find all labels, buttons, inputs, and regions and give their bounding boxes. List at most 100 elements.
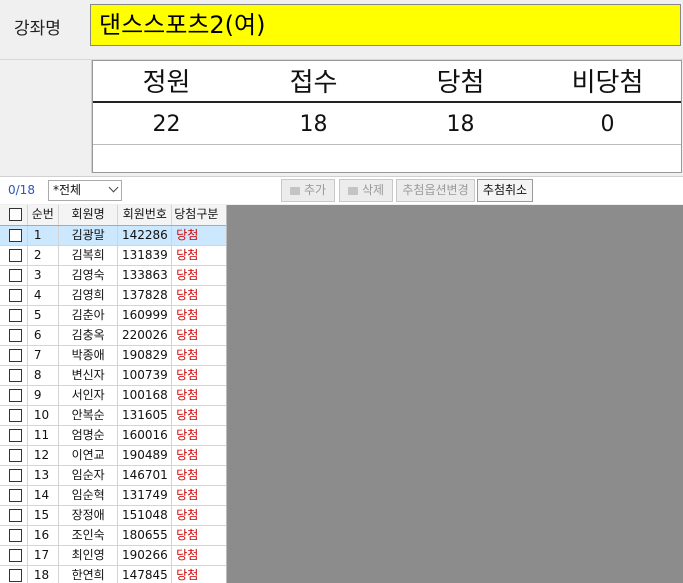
cell-id: 146701 bbox=[118, 466, 173, 485]
cell-id: 220026 bbox=[118, 326, 173, 345]
cell-result: 당첨 bbox=[176, 488, 199, 502]
row-checkbox[interactable] bbox=[9, 289, 22, 302]
stats-value-won: 18 bbox=[446, 112, 475, 137]
cell-no: 12 bbox=[28, 446, 59, 465]
row-checkbox-cell[interactable] bbox=[0, 326, 28, 345]
row-checkbox[interactable] bbox=[9, 429, 22, 442]
cell-id: 190266 bbox=[118, 546, 173, 565]
table-row[interactable]: 6 김충옥 220026 당첨 bbox=[0, 326, 226, 346]
table-row[interactable]: 12 이연교 190489 당첨 bbox=[0, 446, 226, 466]
row-checkbox-cell[interactable] bbox=[0, 506, 28, 525]
table-row[interactable]: 13 임순자 146701 당첨 bbox=[0, 466, 226, 486]
table-row[interactable]: 5 김춘아 160999 당첨 bbox=[0, 306, 226, 326]
table-row[interactable]: 11 엄명순 160016 당첨 bbox=[0, 426, 226, 446]
table-row[interactable]: 9 서인자 100168 당첨 bbox=[0, 386, 226, 406]
course-row: 강좌명 댄스스포츠2(여) bbox=[0, 0, 683, 60]
row-checkbox[interactable] bbox=[9, 389, 22, 402]
row-checkbox-cell[interactable] bbox=[0, 426, 28, 445]
table-row[interactable]: 4 김영희 137828 당첨 bbox=[0, 286, 226, 306]
row-checkbox-cell[interactable] bbox=[0, 366, 28, 385]
cell-no: 3 bbox=[28, 266, 59, 285]
cell-id: 147845 bbox=[118, 566, 173, 583]
row-checkbox-cell[interactable] bbox=[0, 466, 28, 485]
row-checkbox-cell[interactable] bbox=[0, 386, 28, 405]
cell-no: 17 bbox=[28, 546, 59, 565]
table-row[interactable]: 1 김광말 142286 당첨 bbox=[0, 226, 226, 246]
row-checkbox[interactable] bbox=[9, 549, 22, 562]
row-checkbox[interactable] bbox=[9, 369, 22, 382]
row-checkbox-cell[interactable] bbox=[0, 246, 28, 265]
table-row[interactable]: 8 변신자 100739 당첨 bbox=[0, 366, 226, 386]
filter-select[interactable]: *전체 bbox=[48, 180, 122, 201]
row-checkbox-cell[interactable] bbox=[0, 566, 28, 583]
lottery-options-button[interactable]: 추첨옵션변경 bbox=[396, 179, 475, 202]
stats-header-not-won: 비당첨 bbox=[571, 68, 644, 98]
member-grid: 순번 회원명 회원번호 당첨구분 1 김광말 142286 당첨 2 김복희 131839 당… bbox=[0, 205, 227, 583]
cell-name: 임순자 bbox=[59, 466, 119, 485]
row-checkbox-cell[interactable] bbox=[0, 526, 28, 545]
cell-result: 당첨 bbox=[176, 268, 199, 282]
col-header-result[interactable]: 당첨구분 bbox=[172, 205, 226, 225]
table-row[interactable]: 7 박종애 190829 당첨 bbox=[0, 346, 226, 366]
row-checkbox[interactable] bbox=[9, 469, 22, 482]
cell-id: 131749 bbox=[118, 486, 173, 505]
row-checkbox-cell[interactable] bbox=[0, 266, 28, 285]
row-checkbox[interactable] bbox=[9, 509, 22, 522]
table-row[interactable]: 2 김복희 131839 당첨 bbox=[0, 246, 226, 266]
row-checkbox[interactable] bbox=[9, 229, 22, 242]
row-checkbox[interactable] bbox=[9, 449, 22, 462]
row-checkbox[interactable] bbox=[9, 409, 22, 422]
col-header-name[interactable]: 회원명 bbox=[59, 205, 119, 225]
cell-id: 133863 bbox=[118, 266, 173, 285]
row-checkbox-cell[interactable] bbox=[0, 226, 28, 245]
cell-name: 김춘아 bbox=[59, 306, 119, 325]
row-checkbox-cell[interactable] bbox=[0, 446, 28, 465]
cell-id: 190489 bbox=[118, 446, 173, 465]
cell-id: 131839 bbox=[118, 246, 173, 265]
table-row[interactable]: 14 임순혁 131749 당첨 bbox=[0, 486, 226, 506]
toolbar: 0/18 *전체 추가 삭제 추첨옵션변경 추첨취소 bbox=[0, 176, 683, 204]
header-checkbox-cell[interactable] bbox=[0, 205, 28, 225]
cell-result: 당첨 bbox=[176, 508, 199, 522]
lottery-cancel-button[interactable]: 추첨취소 bbox=[477, 179, 533, 202]
row-checkbox[interactable] bbox=[9, 529, 22, 542]
table-row[interactable]: 10 안복순 131605 당첨 bbox=[0, 406, 226, 426]
row-checkbox[interactable] bbox=[9, 249, 22, 262]
table-row[interactable]: 18 한연희 147845 당첨 bbox=[0, 566, 226, 583]
chevron-down-icon bbox=[108, 182, 119, 193]
table-row[interactable]: 3 김영숙 133863 당첨 bbox=[0, 266, 226, 286]
table-row[interactable]: 16 조인숙 180655 당첨 bbox=[0, 526, 226, 546]
row-checkbox[interactable] bbox=[9, 569, 22, 582]
cell-no: 18 bbox=[28, 566, 59, 583]
cell-no: 8 bbox=[28, 366, 59, 385]
row-checkbox[interactable] bbox=[9, 269, 22, 282]
delete-button[interactable]: 삭제 bbox=[339, 179, 393, 202]
row-checkbox-cell[interactable] bbox=[0, 346, 28, 365]
row-checkbox[interactable] bbox=[9, 349, 22, 362]
row-checkbox[interactable] bbox=[9, 489, 22, 502]
course-name-field[interactable]: 댄스스포츠2(여) bbox=[90, 4, 681, 46]
col-header-id[interactable]: 회원번호 bbox=[118, 205, 173, 225]
row-checkbox[interactable] bbox=[9, 309, 22, 322]
cell-result: 당첨 bbox=[176, 428, 199, 442]
cell-no: 1 bbox=[28, 226, 59, 245]
select-all-checkbox[interactable] bbox=[9, 208, 22, 221]
row-checkbox-cell[interactable] bbox=[0, 306, 28, 325]
cell-name: 김충옥 bbox=[59, 326, 119, 345]
cell-result: 당첨 bbox=[176, 288, 199, 302]
col-header-no[interactable]: 순번 bbox=[28, 205, 59, 225]
table-row[interactable]: 17 최인영 190266 당첨 bbox=[0, 546, 226, 566]
cell-result: 당첨 bbox=[176, 308, 199, 322]
row-checkbox-cell[interactable] bbox=[0, 546, 28, 565]
table-row[interactable]: 15 장정애 151048 당첨 bbox=[0, 506, 226, 526]
row-checkbox-cell[interactable] bbox=[0, 406, 28, 425]
add-button[interactable]: 추가 bbox=[281, 179, 335, 202]
cell-result: 당첨 bbox=[176, 388, 199, 402]
cell-name: 김복희 bbox=[59, 246, 119, 265]
cell-name: 서인자 bbox=[59, 386, 119, 405]
row-checkbox-cell[interactable] bbox=[0, 486, 28, 505]
cell-name: 김광말 bbox=[59, 226, 119, 245]
row-checkbox-cell[interactable] bbox=[0, 286, 28, 305]
row-checkbox[interactable] bbox=[9, 329, 22, 342]
cell-name: 조인숙 bbox=[59, 526, 119, 545]
